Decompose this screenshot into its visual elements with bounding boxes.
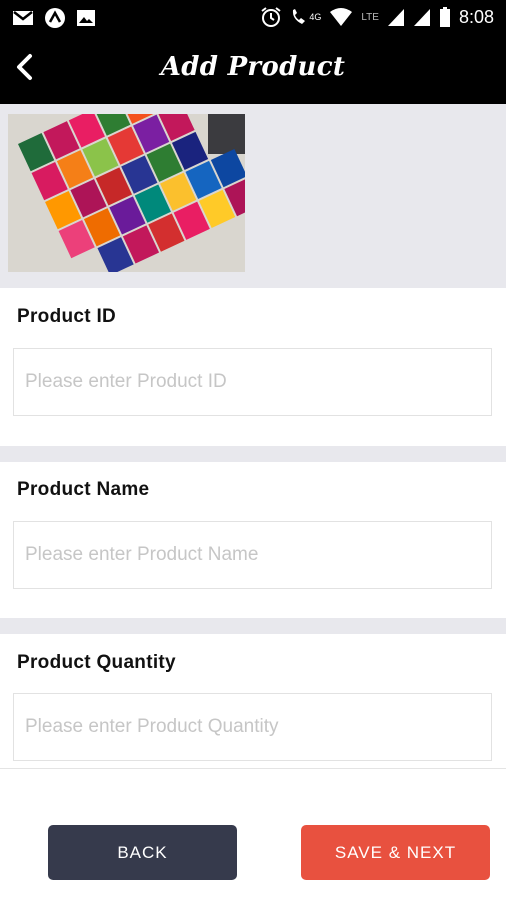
section-divider bbox=[0, 446, 506, 462]
call-4g-indicator: 4G bbox=[290, 7, 321, 27]
alarm-icon bbox=[261, 7, 281, 27]
product-id-input[interactable] bbox=[14, 349, 491, 415]
clock: 8:08 bbox=[458, 6, 494, 27]
product-quantity-input[interactable] bbox=[14, 694, 491, 760]
section-divider bbox=[0, 618, 506, 634]
system-icons: 4G LTE 8:08 bbox=[260, 6, 494, 28]
battery-icon bbox=[439, 7, 450, 27]
product-id-section: Product ID bbox=[0, 288, 506, 446]
4g-label: 4G bbox=[309, 12, 322, 22]
product-photo[interactable] bbox=[8, 114, 245, 272]
product-name-section: Product Name bbox=[0, 462, 506, 618]
signal-icon bbox=[387, 9, 404, 26]
app-circle-icon bbox=[45, 8, 65, 28]
app-header: Add Product bbox=[0, 36, 506, 104]
product-name-label: Product Name bbox=[17, 479, 150, 500]
product-quantity-section: Product Quantity bbox=[0, 634, 506, 769]
product-quantity-label: Product Quantity bbox=[17, 652, 176, 673]
product-name-field[interactable] bbox=[13, 521, 492, 589]
save-next-button[interactable]: SAVE & NEXT bbox=[301, 825, 490, 880]
signal-icon-2 bbox=[413, 9, 430, 26]
notification-icons bbox=[12, 7, 96, 29]
product-id-label: Product ID bbox=[17, 306, 117, 327]
product-quantity-field[interactable] bbox=[13, 693, 492, 761]
back-button[interactable]: BACK bbox=[48, 825, 237, 880]
product-id-field[interactable] bbox=[13, 348, 492, 416]
page-title: Add Product bbox=[160, 52, 346, 82]
lte-label: LTE bbox=[361, 11, 379, 23]
image-strip bbox=[0, 104, 506, 288]
product-name-input[interactable] bbox=[14, 522, 491, 588]
wifi-icon bbox=[330, 8, 353, 26]
call-icon bbox=[293, 9, 306, 24]
image-icon bbox=[77, 10, 95, 26]
status-bar: 4G LTE 8:08 bbox=[0, 0, 506, 36]
gmail-icon bbox=[13, 11, 33, 25]
